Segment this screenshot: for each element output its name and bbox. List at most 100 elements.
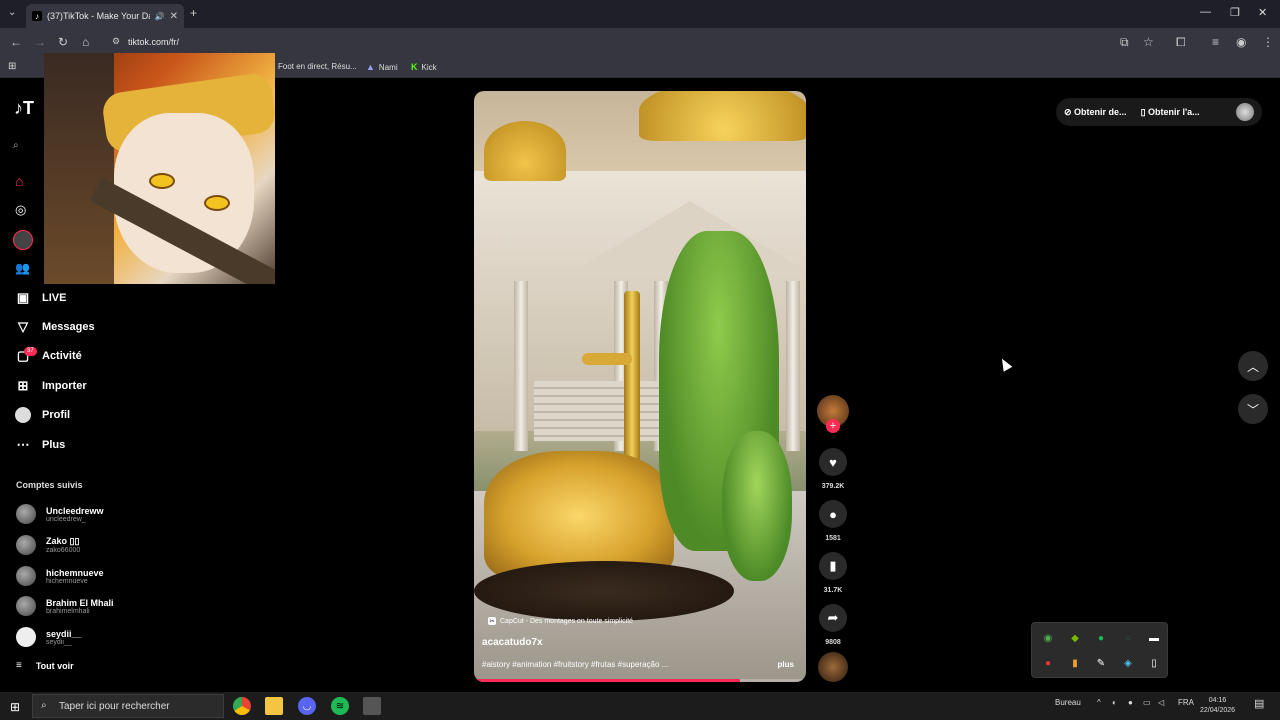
volume-icon[interactable]: ◁	[1158, 698, 1164, 707]
spotify-icon[interactable]: ≋	[331, 697, 349, 715]
tray-app-icon[interactable]: ▮	[1069, 657, 1081, 669]
bookmark-item[interactable]: ▲ Nami	[366, 62, 398, 72]
close-window-icon[interactable]: ✕	[1258, 6, 1267, 19]
tray-app-icon[interactable]: ✎	[1095, 657, 1107, 669]
tray-app-icon[interactable]: ○	[1122, 632, 1134, 644]
heart-icon[interactable]: ♥	[819, 448, 847, 476]
nvidia-icon[interactable]: ◆	[1069, 632, 1081, 644]
like-action[interactable]: ♥ 379.2K	[818, 448, 848, 490]
microphone-icon[interactable]: ●	[1128, 698, 1133, 707]
explore-icon[interactable]: ◎	[15, 202, 26, 218]
tray-app-icon[interactable]: ▬	[1148, 632, 1160, 644]
see-all-link[interactable]: ≡ Tout voir	[16, 660, 74, 671]
sidebar-item-profile[interactable]: Profil	[14, 406, 70, 424]
minimize-icon[interactable]: —	[1200, 6, 1211, 18]
followed-account[interactable]: seydii__ seydii__	[16, 627, 82, 647]
url-bar[interactable]: ⚙ tiktok.com/fr/	[106, 32, 1106, 52]
home-nav-icon[interactable]: ⌂	[15, 173, 23, 189]
sidebar-item-live[interactable]: ▣ LIVE	[14, 289, 67, 307]
microphone-icon[interactable]: ●	[1042, 657, 1054, 669]
followed-account[interactable]: Zako ▯▯ zako66000	[16, 535, 80, 555]
tray-app-icon[interactable]: ◈	[1122, 657, 1134, 669]
site-info-icon[interactable]: ⚙	[112, 36, 120, 47]
restore-icon[interactable]: ❐	[1230, 6, 1240, 19]
file-explorer-icon[interactable]	[265, 697, 283, 715]
bookmark-item[interactable]: K Kick	[411, 62, 437, 72]
tab-list-icon[interactable]: ⌄	[8, 7, 16, 18]
clock[interactable]: 04:16 22/04/2026	[1200, 696, 1235, 716]
back-icon[interactable]: ←	[10, 35, 22, 49]
sidebar-item-label: Importer	[42, 380, 87, 392]
friends-icon[interactable]: 👥	[15, 261, 30, 275]
user-avatar[interactable]	[1236, 103, 1254, 121]
tiktok-logo-icon[interactable]: ♪T	[14, 98, 34, 119]
followed-account[interactable]: Brahim El Mhali brahimelmhali	[16, 596, 114, 616]
tray-icon[interactable]: ◐	[1112, 698, 1117, 707]
account-handle: zako66000	[46, 547, 81, 554]
sidebar-item-messages[interactable]: ▽ Messages	[14, 318, 95, 336]
phone-icon: ▯	[1140, 106, 1149, 117]
network-icon[interactable]: ▭	[1143, 698, 1151, 707]
account-handle: uncleedrew_	[46, 515, 86, 523]
install-app-icon[interactable]: ⧉	[1120, 35, 1129, 50]
bookmark-icon[interactable]: ▮	[819, 552, 847, 580]
video-progress-bar[interactable]	[474, 679, 806, 682]
follow-plus-icon[interactable]: +	[826, 419, 840, 433]
browser-tabbar: ⌄ ♪ (37)TikTok - Make Your Day 🔊 ✕ + — ❐…	[0, 0, 1280, 28]
like-count: 379.2K	[821, 483, 845, 490]
menu-dots-icon[interactable]: ⋮	[1262, 35, 1274, 49]
forward-icon[interactable]: →	[34, 35, 46, 49]
taskbar-search[interactable]: ⌕ Taper ici pour rechercher	[32, 694, 224, 718]
following-avatar-icon[interactable]	[13, 230, 33, 250]
music-disc-icon[interactable]	[818, 652, 848, 682]
extensions-icon[interactable]: ⧠	[1176, 35, 1186, 50]
coin-icon: ⊘	[1064, 106, 1075, 117]
video-hashtags[interactable]: #aistory #animation #fruitstory #frutas …	[482, 660, 722, 669]
spotify-tray-icon[interactable]: ●	[1095, 632, 1107, 644]
notification-icon[interactable]: ▤	[1254, 697, 1264, 710]
share-icon[interactable]: ➦	[819, 604, 847, 632]
tray-app-icon[interactable]: ◉	[1042, 632, 1054, 644]
capcut-caption[interactable]: ✂ CapCut - Des montages en toute simplic…	[488, 617, 633, 625]
audio-icon[interactable]: 🔊	[155, 12, 165, 21]
new-tab-icon[interactable]: +	[190, 6, 197, 20]
profile-icon[interactable]: ◉	[1236, 35, 1246, 49]
app-icon[interactable]	[363, 697, 381, 715]
get-app-button[interactable]: ▯ Obtenir l'a...	[1141, 107, 1200, 118]
close-tab-icon[interactable]: ✕	[170, 11, 178, 22]
browser-tab[interactable]: ♪ (37)TikTok - Make Your Day 🔊 ✕	[26, 4, 184, 28]
share-action[interactable]: ➦ 9808	[818, 604, 848, 646]
windows-start-icon[interactable]: ⊞	[10, 700, 20, 714]
previous-video-button[interactable]: ︿	[1238, 351, 1268, 381]
get-coins-button[interactable]: ⊘ Obtenir de...	[1064, 107, 1127, 118]
bookmark-star-icon[interactable]: ☆	[1143, 35, 1154, 49]
video-username[interactable]: acacatudo7x	[482, 637, 543, 648]
bookmark-item[interactable]: Foot en direct, Résu...	[278, 62, 357, 71]
usb-icon[interactable]: ▯	[1148, 657, 1160, 669]
top-right-bar: ⊘ Obtenir de... ▯ Obtenir l'a...	[1056, 98, 1262, 126]
comment-action[interactable]: ● 1581	[818, 500, 848, 542]
sidebar-item-upload[interactable]: ⊞ Importer	[14, 377, 87, 395]
save-action[interactable]: ▮ 31.7K	[818, 552, 848, 594]
followed-account[interactable]: hichemnueve hichemnueve	[16, 566, 104, 586]
media-icon[interactable]: ≡	[1212, 35, 1219, 49]
sidebar-item-more[interactable]: ⋯ Plus	[14, 436, 66, 454]
language-indicator[interactable]: FRA	[1178, 698, 1194, 707]
discord-icon[interactable]: ◡	[298, 697, 316, 715]
bookmark-label: Kick	[421, 62, 437, 72]
sidebar-item-label: Messages	[42, 321, 95, 333]
search-icon[interactable]: ⌕	[13, 140, 19, 151]
chrome-icon[interactable]	[233, 697, 251, 715]
desktop-label[interactable]: Bureau	[1055, 698, 1081, 707]
video-player[interactable]: ✂ CapCut - Des montages en toute simplic…	[474, 91, 806, 682]
followed-account[interactable]: Uncleedreww uncleedrew_	[16, 504, 104, 524]
reload-icon[interactable]: ↻	[58, 35, 68, 49]
apps-grid-icon[interactable]: ⊞	[8, 61, 16, 72]
avatar	[16, 535, 36, 555]
video-more-link[interactable]: plus	[778, 660, 794, 669]
account-name: Uncleedreww	[46, 505, 104, 516]
home-icon[interactable]: ⌂	[82, 35, 89, 49]
comment-icon[interactable]: ●	[819, 500, 847, 528]
next-video-button[interactable]: ﹀	[1238, 394, 1268, 424]
tray-expand-icon[interactable]: ^	[1097, 698, 1101, 707]
